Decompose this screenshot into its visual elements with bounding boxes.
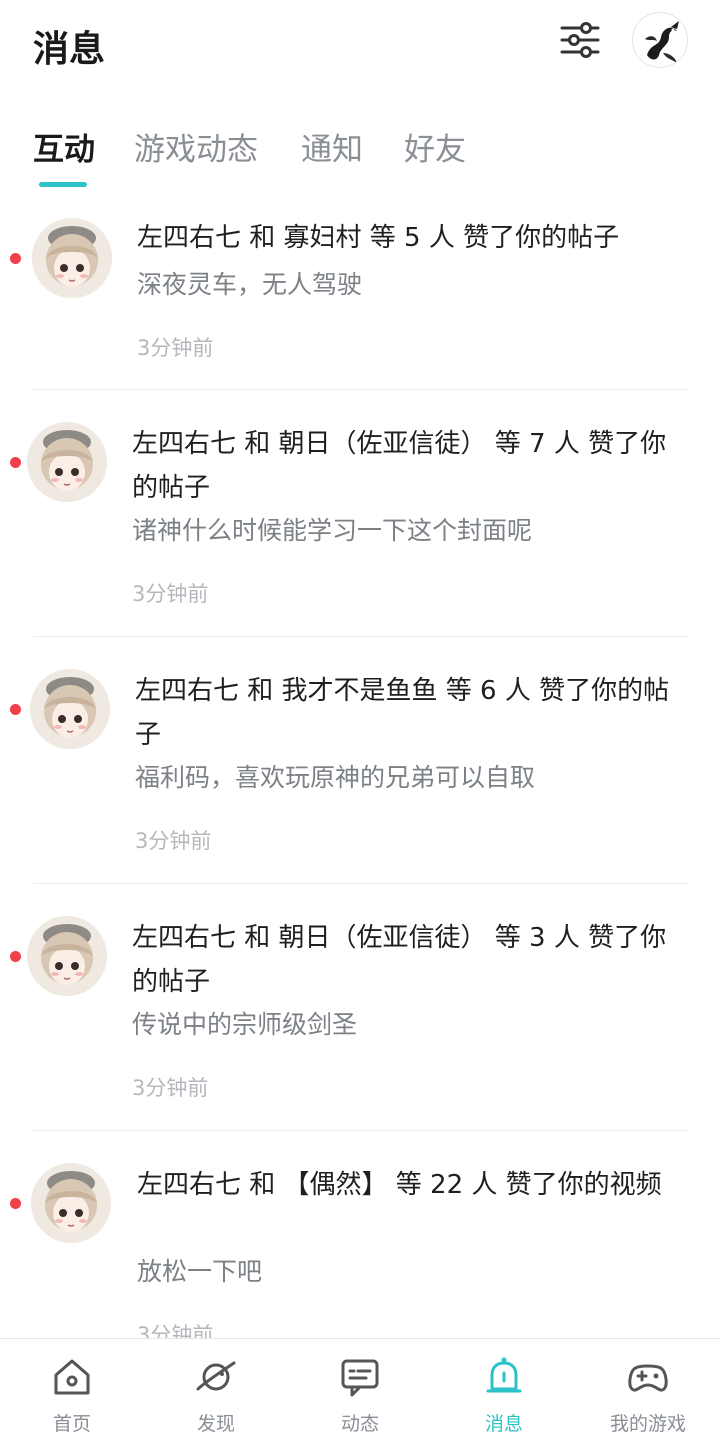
nav-label: 首页 [52, 1413, 91, 1435]
anime-girl-avatar [31, 1163, 111, 1243]
tab-notifications[interactable]: 通知 [301, 124, 363, 169]
planet-icon [196, 1361, 236, 1391]
tab-interaction[interactable]: 互动 [33, 124, 95, 169]
item-title: 左四右七 和 【偶然】 等 22 人 赞了你的视频 [137, 1170, 662, 1200]
unread-dot [10, 457, 21, 468]
anime-girl-avatar [30, 669, 110, 749]
item-title: 左四右七 和 朝日（佐亚信徒） 等 3 人 赞了你的帖子 [132, 923, 667, 997]
anime-girl-avatar [27, 422, 107, 502]
header: 消息 [0, 0, 720, 90]
avatar[interactable] [31, 1163, 111, 1243]
list-item[interactable]: 左四右七 和 朝日（佐亚信徒） 等 7 人 赞了你的帖子 诸神什么时候能学习一下… [0, 390, 720, 637]
bell-icon [486, 1357, 522, 1393]
item-title: 左四右七 和 我才不是鱼鱼 等 6 人 赞了你的帖子 [135, 676, 670, 750]
filter-sliders-icon [560, 22, 600, 58]
filter-button[interactable] [556, 16, 604, 64]
item-time: 3分钟前 [137, 1323, 214, 1338]
item-subtitle: 福利码，喜欢玩原神的兄弟可以自取 [135, 763, 536, 792]
home-icon [54, 1359, 90, 1395]
avatar[interactable] [27, 422, 107, 502]
nav-home[interactable]: 首页 [0, 1339, 144, 1436]
message-box-icon [341, 1359, 379, 1397]
anime-girl-avatar [27, 916, 107, 996]
item-time: 3分钟前 [137, 336, 214, 360]
item-subtitle: 传说中的宗师级剑圣 [132, 1010, 358, 1039]
tab-game-updates[interactable]: 游戏动态 [134, 124, 258, 169]
message-list: 左四右七 和 寡妇村 等 5 人 赞了你的帖子 深夜灵车，无人驾驶 3分钟前 左… [0, 190, 720, 1338]
avatar[interactable] [30, 669, 110, 749]
page-title: 消息 [33, 29, 106, 70]
anime-girl-avatar [32, 218, 112, 298]
list-item[interactable]: 左四右七 和 【偶然】 等 22 人 赞了你的视频 放松一下吧 3分钟前 [0, 1131, 720, 1338]
bottom-nav: 首页 发现 动态 消息 我的游戏 [0, 1338, 720, 1436]
item-time: 3分钟前 [132, 582, 209, 606]
nav-discover[interactable]: 发现 [144, 1339, 288, 1436]
list-item[interactable]: 左四右七 和 我才不是鱼鱼 等 6 人 赞了你的帖子 福利码，喜欢玩原神的兄弟可… [0, 637, 720, 884]
list-item[interactable]: 左四右七 和 寡妇村 等 5 人 赞了你的帖子 深夜灵车，无人驾驶 3分钟前 [0, 190, 720, 390]
user-avatar[interactable] [632, 12, 688, 68]
item-time: 3分钟前 [135, 829, 212, 853]
nav-label: 动态 [340, 1413, 379, 1435]
nav-label: 我的游戏 [609, 1413, 686, 1435]
nav-messages[interactable]: 消息 [432, 1339, 576, 1436]
item-subtitle: 放松一下吧 [137, 1257, 263, 1286]
unread-dot [10, 951, 21, 962]
item-title: 左四右七 和 朝日（佐亚信徒） 等 7 人 赞了你的帖子 [132, 429, 667, 503]
nav-label: 消息 [484, 1413, 523, 1435]
nav-feed[interactable]: 动态 [288, 1339, 432, 1436]
unread-dot [10, 704, 21, 715]
tab-friends[interactable]: 好友 [404, 124, 466, 169]
list-item[interactable]: 左四右七 和 朝日（佐亚信徒） 等 3 人 赞了你的帖子 传说中的宗师级剑圣 3… [0, 884, 720, 1131]
item-subtitle: 深夜灵车，无人驾驶 [137, 270, 363, 299]
item-time: 3分钟前 [132, 1076, 209, 1100]
tab-active-indicator [39, 182, 87, 187]
unread-dot [10, 253, 21, 264]
nav-my-games[interactable]: 我的游戏 [576, 1339, 720, 1436]
nav-label: 发现 [196, 1413, 235, 1435]
item-title: 左四右七 和 寡妇村 等 5 人 赞了你的帖子 [137, 223, 620, 253]
unread-dot [10, 1198, 21, 1209]
tab-bar: 互动 游戏动态 通知 好友 [0, 118, 720, 190]
avatar[interactable] [32, 218, 112, 298]
avatar[interactable] [27, 916, 107, 996]
dragon-avatar [633, 13, 687, 67]
item-subtitle: 诸神什么时候能学习一下这个封面呢 [132, 516, 533, 545]
gamepad-icon [628, 1364, 668, 1392]
